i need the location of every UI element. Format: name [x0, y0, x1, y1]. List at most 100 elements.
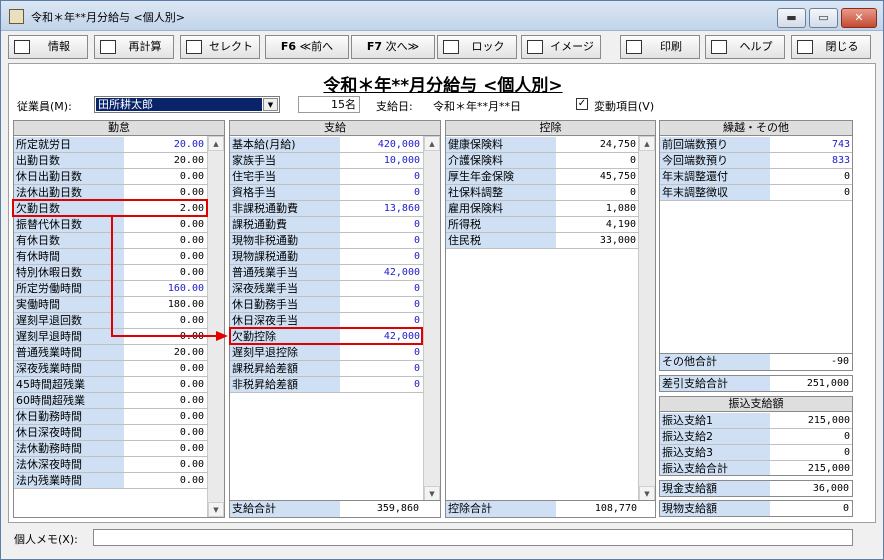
- door-icon: [797, 40, 813, 54]
- deduction-value[interactable]: 33,000: [556, 233, 638, 248]
- prev-button[interactable]: F6 ≪前へ: [265, 35, 349, 59]
- attendance-value[interactable]: 20.00: [124, 345, 206, 360]
- attendance-value[interactable]: 0.00: [124, 441, 206, 456]
- close-button[interactable]: 閉じる: [791, 35, 871, 59]
- help-button[interactable]: ヘルプ: [705, 35, 785, 59]
- payment-value[interactable]: 0: [340, 345, 422, 360]
- attendance-value[interactable]: 0.00: [124, 313, 206, 328]
- main-content: 令和＊年**月分給与 <個人別> 従業員(M): 田所耕太郎 ▼ 15名 支給日…: [8, 63, 876, 523]
- payment-value[interactable]: 0: [340, 185, 422, 200]
- payment-label: 現物非税通勤: [230, 233, 340, 248]
- payment-value[interactable]: 0: [340, 217, 422, 232]
- payment-value[interactable]: 0: [340, 249, 422, 264]
- attendance-value[interactable]: 0.00: [124, 361, 206, 376]
- window-close-button[interactable]: ✕: [841, 8, 877, 28]
- deduction-value[interactable]: 0: [556, 153, 638, 168]
- attendance-value[interactable]: 0.00: [124, 409, 206, 424]
- deduction-value[interactable]: 24,750: [556, 137, 638, 152]
- variable-items-checkbox[interactable]: ✓: [576, 98, 588, 110]
- lock-button[interactable]: ロック: [437, 35, 517, 59]
- payment-row: 家族手当 10,000: [230, 153, 423, 169]
- chevron-down-icon[interactable]: ▼: [263, 98, 278, 111]
- attendance-value[interactable]: 0.00: [124, 457, 206, 472]
- transfer-label: 振込支給3: [660, 445, 770, 460]
- payment-value[interactable]: 0: [340, 281, 422, 296]
- employee-select[interactable]: 田所耕太郎 ▼: [94, 96, 280, 113]
- scroll-down-icon[interactable]: ▼: [639, 486, 655, 501]
- attendance-label: 有休日数: [14, 233, 124, 248]
- payment-value[interactable]: 0: [340, 361, 422, 376]
- cursor-icon: [186, 40, 202, 54]
- deduction-value[interactable]: 4,190: [556, 217, 638, 232]
- attendance-value[interactable]: 0.00: [124, 473, 206, 488]
- payment-value[interactable]: 0: [340, 297, 422, 312]
- payment-value[interactable]: 13,860: [340, 201, 422, 216]
- payment-label: 家族手当: [230, 153, 340, 168]
- next-button[interactable]: F7 次へ≫: [351, 35, 435, 59]
- deduction-value[interactable]: 45,750: [556, 169, 638, 184]
- other-total-value: -90: [830, 356, 849, 367]
- net-pay-label: 差引支給合計: [660, 376, 770, 391]
- maximize-button[interactable]: ▭: [809, 8, 838, 28]
- payment-value[interactable]: 0: [340, 169, 422, 184]
- attendance-value[interactable]: 0.00: [124, 329, 206, 344]
- attendance-label: 60時間超残業: [14, 393, 124, 408]
- attendance-value[interactable]: 0.00: [124, 377, 206, 392]
- printer-icon: [626, 40, 642, 54]
- carryover-value[interactable]: 0: [770, 185, 852, 200]
- attendance-value[interactable]: 160.00: [124, 281, 206, 296]
- payment-label: 普通残業手当: [230, 265, 340, 280]
- attendance-label: 法休勤務時間: [14, 441, 124, 456]
- memo-input[interactable]: [93, 529, 853, 546]
- minimize-button[interactable]: ▬: [777, 8, 806, 28]
- cash-pay-row: 現金支給額 36,000: [659, 480, 853, 497]
- transfer-value[interactable]: 215,000: [770, 461, 852, 475]
- transfer-row: 振込支給合計 215,000: [660, 461, 852, 475]
- attendance-value[interactable]: 20.00: [124, 137, 206, 152]
- attendance-value[interactable]: 180.00: [124, 297, 206, 312]
- attendance-value[interactable]: 0.00: [124, 393, 206, 408]
- scroll-down-icon[interactable]: ▼: [424, 486, 440, 501]
- attendance-value[interactable]: 0.00: [124, 185, 206, 200]
- payment-value[interactable]: 0: [340, 313, 422, 328]
- payment-value[interactable]: 10,000: [340, 153, 422, 168]
- print-button[interactable]: 印刷: [620, 35, 700, 59]
- carryover-label: 今回端数預り: [660, 153, 770, 168]
- attendance-value[interactable]: 20.00: [124, 153, 206, 168]
- in-kind-pay-value: 0: [842, 503, 849, 514]
- image-button[interactable]: イメージ: [521, 35, 601, 59]
- payment-label: 休日勤務手当: [230, 297, 340, 312]
- deductions-scrollbar[interactable]: ▲ ▼: [638, 136, 655, 501]
- carryover-value[interactable]: 0: [770, 169, 852, 184]
- attendance-row: 法内残業時間 0.00: [14, 473, 207, 489]
- payment-row: 課税昇給差額 0: [230, 361, 423, 377]
- recalc-button[interactable]: 再計算: [94, 35, 174, 59]
- select-button[interactable]: セレクト: [180, 35, 260, 59]
- payment-value[interactable]: 420,000: [340, 137, 422, 152]
- attendance-value[interactable]: 0.00: [124, 217, 206, 232]
- scroll-up-icon[interactable]: ▲: [639, 136, 655, 151]
- transfer-value[interactable]: 0: [770, 445, 852, 460]
- attendance-value[interactable]: 0.00: [124, 249, 206, 264]
- payment-value[interactable]: 0: [340, 233, 422, 248]
- carryover-value[interactable]: 833: [770, 153, 852, 168]
- payments-scrollbar[interactable]: ▲ ▼: [423, 136, 440, 501]
- carryover-value[interactable]: 743: [770, 137, 852, 152]
- deduction-label: 社保料調整: [446, 185, 556, 200]
- payment-value[interactable]: 0: [340, 377, 422, 392]
- transfer-value[interactable]: 215,000: [770, 413, 852, 428]
- attendance-scrollbar[interactable]: ▲ ▼: [207, 136, 224, 517]
- payment-value[interactable]: 42,000: [340, 265, 422, 280]
- attendance-value[interactable]: 0.00: [124, 425, 206, 440]
- attendance-value[interactable]: 0.00: [124, 169, 206, 184]
- scroll-up-icon[interactable]: ▲: [424, 136, 440, 151]
- deduction-value[interactable]: 1,080: [556, 201, 638, 216]
- attendance-value[interactable]: 0.00: [124, 265, 206, 280]
- scroll-down-icon[interactable]: ▼: [208, 502, 224, 517]
- info-button[interactable]: 情報: [8, 35, 88, 59]
- scroll-up-icon[interactable]: ▲: [208, 136, 224, 151]
- deduction-value[interactable]: 0: [556, 185, 638, 200]
- transfer-value[interactable]: 0: [770, 429, 852, 444]
- attendance-row: 法休勤務時間 0.00: [14, 441, 207, 457]
- attendance-value[interactable]: 0.00: [124, 233, 206, 248]
